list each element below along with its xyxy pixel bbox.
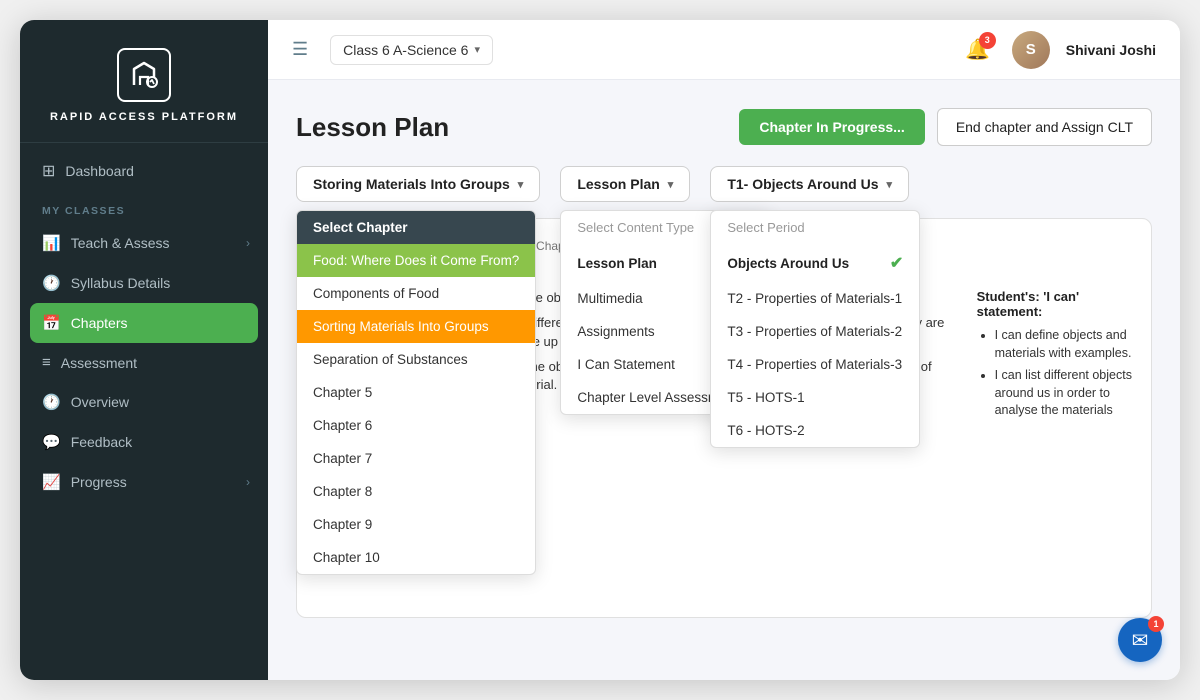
sidebar-assessment-label: Assessment (61, 355, 137, 371)
sidebar-item-progress[interactable]: 📈 Progress › (20, 462, 268, 502)
content-area: Lesson Plan Chapter In Progress... End c… (268, 80, 1180, 680)
chapter-dropdown-wrapper: Storing Materials Into Groups ▾ Select C… (296, 166, 550, 202)
period-label: T1- Objects Around Us (727, 176, 878, 192)
notification-bell[interactable]: 🔔 3 (960, 32, 996, 68)
sidebar-item-dashboard[interactable]: ⊞ Dashboard (20, 143, 268, 191)
period-header: Select Period (711, 211, 919, 244)
period-t2[interactable]: T2 - Properties of Materials-1 (711, 282, 919, 315)
chevron-right-icon: › (246, 236, 250, 250)
app-name: RAPID ACCESS PLATFORM (50, 110, 238, 124)
chat-fab[interactable]: ✉ 1 (1118, 618, 1162, 662)
sidebar-item-syllabus[interactable]: 🕐 Syllabus Details (20, 263, 268, 303)
sidebar-syllabus-label: Syllabus Details (71, 275, 171, 291)
progress-chevron-icon: › (246, 475, 250, 489)
sidebar-item-chapters[interactable]: 📅 Chapters (30, 303, 258, 343)
topbar: ☰ Class 6 A-Science 6 ▾ 🔔 3 S Shivani Jo… (268, 20, 1180, 80)
class-select-dropdown[interactable]: Class 6 A-Science 6 ▾ (330, 35, 493, 65)
menu-icon[interactable]: ☰ (292, 39, 308, 60)
chapters-icon: 📅 (42, 314, 61, 332)
chat-badge: 1 (1148, 616, 1164, 632)
progress-icon: 📈 (42, 473, 61, 491)
sidebar-progress-label: Progress (71, 474, 127, 490)
ican-2: I can list different objects around us i… (995, 367, 1133, 420)
period-t6[interactable]: T6 - HOTS-2 (711, 414, 919, 447)
notification-badge: 3 (979, 32, 996, 49)
logo-icon (117, 48, 171, 102)
chapter-dropdown-trigger[interactable]: Storing Materials Into Groups ▾ (296, 166, 540, 202)
sidebar-item-overview[interactable]: 🕐 Overview (20, 382, 268, 422)
content-type-label: Lesson Plan (577, 176, 659, 192)
syllabus-icon: 🕐 (42, 274, 61, 292)
sidebar-feedback-label: Feedback (71, 434, 132, 450)
avatar: S (1012, 31, 1050, 69)
section-label: MY CLASSES (20, 191, 268, 223)
sidebar: RAPID ACCESS PLATFORM ⊞ Dashboard MY CLA… (20, 20, 268, 680)
chapter-item-9[interactable]: Chapter 9 (297, 508, 535, 541)
main-area: ☰ Class 6 A-Science 6 ▾ 🔔 3 S Shivani Jo… (268, 20, 1180, 680)
ican-1: I can define objects and materials with … (995, 327, 1133, 362)
period-chevron-icon: ▾ (887, 178, 893, 191)
sidebar-overview-label: Overview (71, 394, 129, 410)
sidebar-item-teach-assess[interactable]: 📊 Teach & Assess › (20, 223, 268, 263)
page-header: Lesson Plan Chapter In Progress... End c… (296, 108, 1152, 146)
content-type-dropdown-trigger[interactable]: Lesson Plan ▾ (560, 166, 690, 202)
chat-icon: ✉ (1132, 628, 1149, 653)
period-overlay: Select Period Objects Around Us ✔ T2 - P… (710, 210, 920, 448)
sidebar-chapters-label: Chapters (71, 315, 128, 331)
chapter-item-5[interactable]: Chapter 5 (297, 376, 535, 409)
class-chevron-icon: ▾ (474, 43, 480, 56)
sidebar-logo: RAPID ACCESS PLATFORM (20, 20, 268, 143)
feedback-icon: 💬 (42, 433, 61, 451)
objects-check-icon: ✔ (890, 253, 903, 273)
ican-list: I can define objects and materials with … (977, 327, 1133, 420)
chapter-item-components[interactable]: Components of Food (297, 277, 535, 310)
chapter-item-separation[interactable]: Separation of Substances (297, 343, 535, 376)
chapter-item-8[interactable]: Chapter 8 (297, 475, 535, 508)
dashboard-label: Dashboard (65, 163, 134, 179)
ican-title: Student's: 'I can' statement: (977, 289, 1133, 319)
chapter-dropdown-overlay: Select Chapter Food: Where Does it Come … (296, 210, 536, 575)
chapter-item-food[interactable]: Food: Where Does it Come From? (297, 244, 535, 277)
chapter-chevron-icon: ▾ (518, 178, 524, 191)
period-t5[interactable]: T5 - HOTS-1 (711, 381, 919, 414)
period-t4[interactable]: T4 - Properties of Materials-3 (711, 348, 919, 381)
username-label: Shivani Joshi (1066, 42, 1156, 58)
class-select-label: Class 6 A-Science 6 (343, 42, 468, 58)
period-t3[interactable]: T3 - Properties of Materials-2 (711, 315, 919, 348)
chapter-item-6[interactable]: Chapter 6 (297, 409, 535, 442)
chapter-dropdown-label: Storing Materials Into Groups (313, 176, 510, 192)
dropdowns-container: Storing Materials Into Groups ▾ Select C… (296, 166, 1152, 202)
overview-icon: 🕐 (42, 393, 61, 411)
chapter-item-sorting[interactable]: Sorting Materials Into Groups (297, 310, 535, 343)
header-actions: Chapter In Progress... End chapter and A… (739, 108, 1152, 146)
sidebar-item-assessment[interactable]: ≡ Assessment (20, 343, 268, 382)
content-type-dropdown-wrapper: Lesson Plan ▾ Select Content Type Lesson… (560, 166, 700, 202)
sidebar-item-feedback[interactable]: 💬 Feedback (20, 422, 268, 462)
chapter-select-header: Select Chapter (297, 211, 535, 244)
assessment-icon: ≡ (42, 354, 51, 371)
content-chevron-icon: ▾ (668, 178, 674, 191)
teach-assess-icon: 📊 (42, 234, 61, 252)
sidebar-teach-assess-label: Teach & Assess (71, 235, 170, 251)
chapter-item-7[interactable]: Chapter 7 (297, 442, 535, 475)
chapter-item-10[interactable]: Chapter 10 (297, 541, 535, 574)
period-objects-around-us[interactable]: Objects Around Us ✔ (711, 244, 919, 282)
ican-column: Student's: 'I can' statement: I can defi… (977, 289, 1133, 425)
page-title: Lesson Plan (296, 112, 449, 143)
dashboard-icon: ⊞ (42, 161, 55, 181)
period-dropdown-trigger[interactable]: T1- Objects Around Us ▾ (710, 166, 909, 202)
period-dropdown-wrapper: T1- Objects Around Us ▾ Select Period Ob… (710, 166, 919, 202)
chapter-in-progress-button[interactable]: Chapter In Progress... (739, 109, 924, 145)
end-chapter-button[interactable]: End chapter and Assign CLT (937, 108, 1152, 146)
